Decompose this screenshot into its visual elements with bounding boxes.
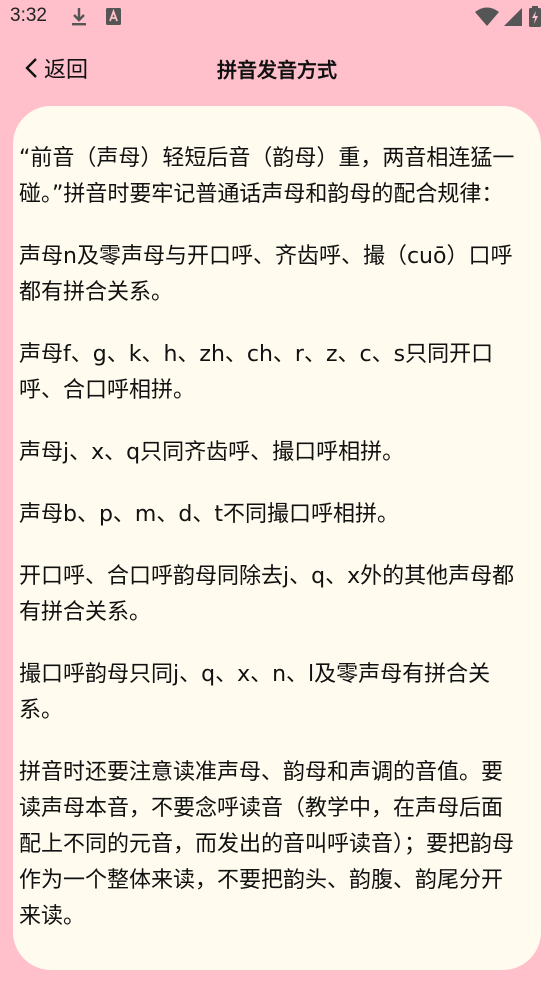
wifi-icon	[474, 6, 500, 28]
content-scroll-area[interactable]: “前音（声母）轻短后音（韵母）重，两音相连猛一碰。”拼音时要牢记普通话声母和韵母…	[13, 106, 541, 940]
content-paragraph: “前音（声母）轻短后音（韵母）重，两音相连猛一碰。”拼音时要牢记普通话声母和韵母…	[19, 146, 515, 207]
content-paragraph: 拼音时还要注意读准声母、韵母和声调的音值。要读声母本音，不要念呼读音（教学中，在…	[19, 760, 515, 929]
content-paragraph: 声母n及零声母与开口呼、齐齿呼、撮（cuō）口呼都有拼合关系。	[19, 244, 513, 305]
page-title: 拼音发音方式	[217, 58, 337, 82]
a-app-icon	[103, 6, 125, 28]
content-paragraph: 声母b、p、m、d、t不同撮口呼相拼。	[19, 502, 399, 527]
app-bar: 返回 拼音发音方式	[0, 38, 554, 98]
content-paragraph: 开口呼、合口呼韵母同除去j、q、x外的其他声母都有拼合关系。	[19, 564, 515, 625]
content-paragraph: 撮口呼韵母只同j、q、x、n、l及零声母有拼合关系。	[19, 662, 491, 723]
content-card: “前音（声母）轻短后音（韵母）重，两音相连猛一碰。”拼音时要牢记普通话声母和韵母…	[13, 106, 541, 970]
signal-icon	[502, 6, 524, 28]
status-bar: 3:32	[0, 0, 554, 38]
content-paragraph: 声母j、x、q只同齐齿呼、撮口呼相拼。	[19, 440, 405, 465]
content-paragraph: 声母f、g、k、h、zh、ch、r、z、c、s只同开口呼、合口呼相拼。	[19, 342, 494, 403]
status-time: 3:32	[10, 5, 47, 26]
download-icon	[68, 6, 90, 28]
battery-charging-icon	[527, 6, 543, 28]
